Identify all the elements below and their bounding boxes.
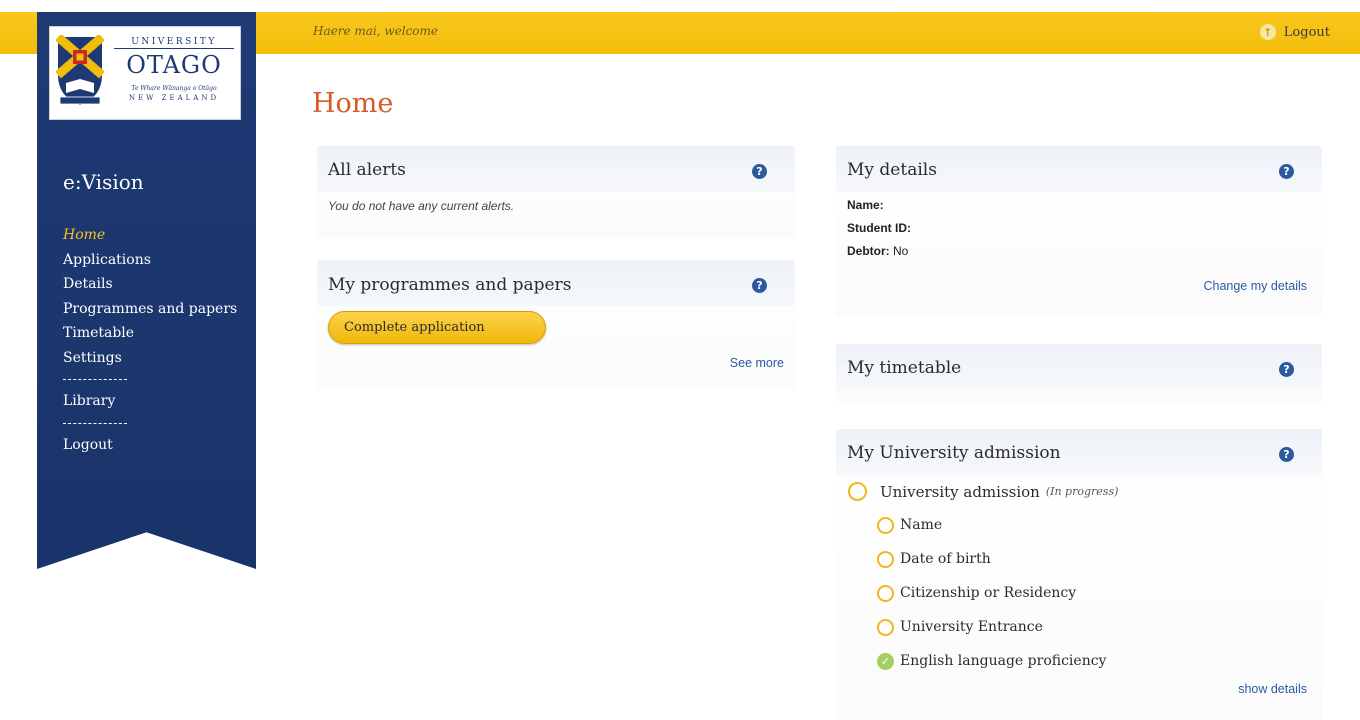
admission-item[interactable]: University Entrance bbox=[877, 610, 1311, 644]
logout-link[interactable]: ↑ Logout bbox=[1259, 24, 1330, 40]
admission-item-label: English language proficiency bbox=[900, 653, 1107, 669]
alerts-panel: All alerts ? You do not have any current… bbox=[317, 146, 795, 238]
admission-item-label: University Entrance bbox=[900, 619, 1043, 635]
welcome-text: Haere mai, welcome bbox=[313, 24, 439, 38]
admission-item-label: Citizenship or Residency bbox=[900, 585, 1077, 601]
sidebar-nav: Home Applications Details Programmes and… bbox=[63, 223, 237, 457]
see-more-link[interactable]: See more bbox=[730, 356, 784, 370]
admission-item[interactable]: ✓ English language proficiency bbox=[877, 644, 1311, 678]
admission-main-label: University admission bbox=[880, 482, 1040, 501]
pending-ring-icon bbox=[877, 550, 894, 568]
detail-debtor: Debtor: No bbox=[847, 240, 1311, 263]
check-circle-icon: ✓ bbox=[877, 652, 894, 670]
detail-name: Name: bbox=[847, 194, 1311, 217]
admission-item-label: Date of birth bbox=[900, 551, 991, 567]
admission-main-status: (In progress) bbox=[1045, 485, 1119, 498]
help-icon[interactable]: ? bbox=[752, 164, 767, 179]
details-body: Name: Student ID: Debtor: No bbox=[847, 194, 1311, 263]
app-title: e:Vision bbox=[63, 170, 144, 194]
help-icon[interactable]: ? bbox=[1279, 447, 1294, 462]
show-details-link[interactable]: show details bbox=[1238, 682, 1307, 696]
panel-header: My timetable ? bbox=[836, 344, 1322, 390]
help-icon[interactable]: ? bbox=[752, 278, 767, 293]
sidebar-banner: UNIVERSITY OTAGO Te Whare Wānanga o Otāg… bbox=[37, 12, 256, 569]
detail-student-id: Student ID: bbox=[847, 217, 1311, 240]
details-panel: My details ? Name: Student ID: Debtor: N… bbox=[836, 146, 1322, 316]
logo-university-text: UNIVERSITY bbox=[114, 37, 234, 49]
sidebar-item-home[interactable]: Home bbox=[63, 223, 237, 248]
programmes-panel: My programmes and papers ? Complete appl… bbox=[317, 260, 795, 388]
sidebar-item-timetable[interactable]: Timetable bbox=[63, 321, 237, 346]
admission-item[interactable]: Name bbox=[877, 508, 1311, 542]
sidebar-item-logout[interactable]: Logout bbox=[63, 433, 237, 458]
logout-label: Logout bbox=[1283, 24, 1330, 40]
admission-title: My University admission bbox=[847, 443, 1061, 463]
help-icon[interactable]: ? bbox=[1279, 362, 1294, 377]
pending-ring-icon bbox=[877, 516, 894, 534]
alerts-message: You do not have any current alerts. bbox=[328, 199, 515, 213]
admission-main-row[interactable]: University admission (In progress) bbox=[848, 482, 1311, 501]
debtor-value: No bbox=[893, 244, 909, 258]
admission-item-label: Name bbox=[900, 517, 943, 533]
alerts-title: All alerts bbox=[328, 160, 406, 180]
timetable-title: My timetable bbox=[847, 358, 962, 378]
pending-ring-icon bbox=[877, 584, 894, 602]
in-progress-ring-icon bbox=[848, 482, 867, 501]
panel-header: My University admission ? bbox=[836, 429, 1322, 475]
panel-header: My details ? bbox=[836, 146, 1322, 192]
sidebar-item-programmes[interactable]: Programmes and papers bbox=[63, 297, 237, 322]
programmes-title: My programmes and papers bbox=[328, 275, 572, 295]
sidebar-item-details[interactable]: Details bbox=[63, 272, 237, 297]
complete-application-button[interactable]: Complete application bbox=[328, 311, 546, 344]
logo-country-text: NEW ZEALAND bbox=[128, 94, 220, 102]
sidebar-item-settings[interactable]: Settings bbox=[63, 346, 237, 371]
logo-maori-text: Te Whare Wānanga o Otāgo bbox=[131, 85, 217, 92]
page-title: Home bbox=[312, 88, 394, 119]
nav-divider bbox=[63, 422, 127, 424]
up-arrow-circle-icon: ↑ bbox=[1259, 24, 1276, 40]
crest-icon bbox=[56, 35, 104, 105]
alerts-body: You do not have any current alerts. bbox=[328, 199, 784, 213]
panel-header: All alerts ? bbox=[317, 146, 795, 192]
logo-otago-text: OTAGO bbox=[126, 51, 222, 79]
admission-item[interactable]: Citizenship or Residency bbox=[877, 576, 1311, 610]
name-label: Name: bbox=[847, 198, 884, 212]
debtor-label: Debtor: bbox=[847, 244, 890, 258]
pending-ring-icon bbox=[877, 618, 894, 636]
sidebar-item-applications[interactable]: Applications bbox=[63, 248, 237, 273]
help-icon[interactable]: ? bbox=[1279, 164, 1294, 179]
admission-panel: My University admission ? University adm… bbox=[836, 429, 1322, 720]
student-id-label: Student ID: bbox=[847, 221, 911, 235]
admission-body: University admission (In progress) Name … bbox=[848, 482, 1311, 678]
nav-divider bbox=[63, 379, 127, 380]
timetable-panel: My timetable ? bbox=[836, 344, 1322, 402]
admission-item[interactable]: Date of birth bbox=[877, 542, 1311, 576]
sidebar-item-library[interactable]: Library bbox=[63, 389, 237, 414]
panel-header: My programmes and papers ? bbox=[317, 260, 795, 306]
university-logo[interactable]: UNIVERSITY OTAGO Te Whare Wānanga o Otāg… bbox=[49, 26, 241, 120]
details-title: My details bbox=[847, 160, 937, 180]
change-details-link[interactable]: Change my details bbox=[1203, 279, 1307, 293]
admission-items: Name Date of birth Citizenship or Reside… bbox=[877, 508, 1311, 678]
